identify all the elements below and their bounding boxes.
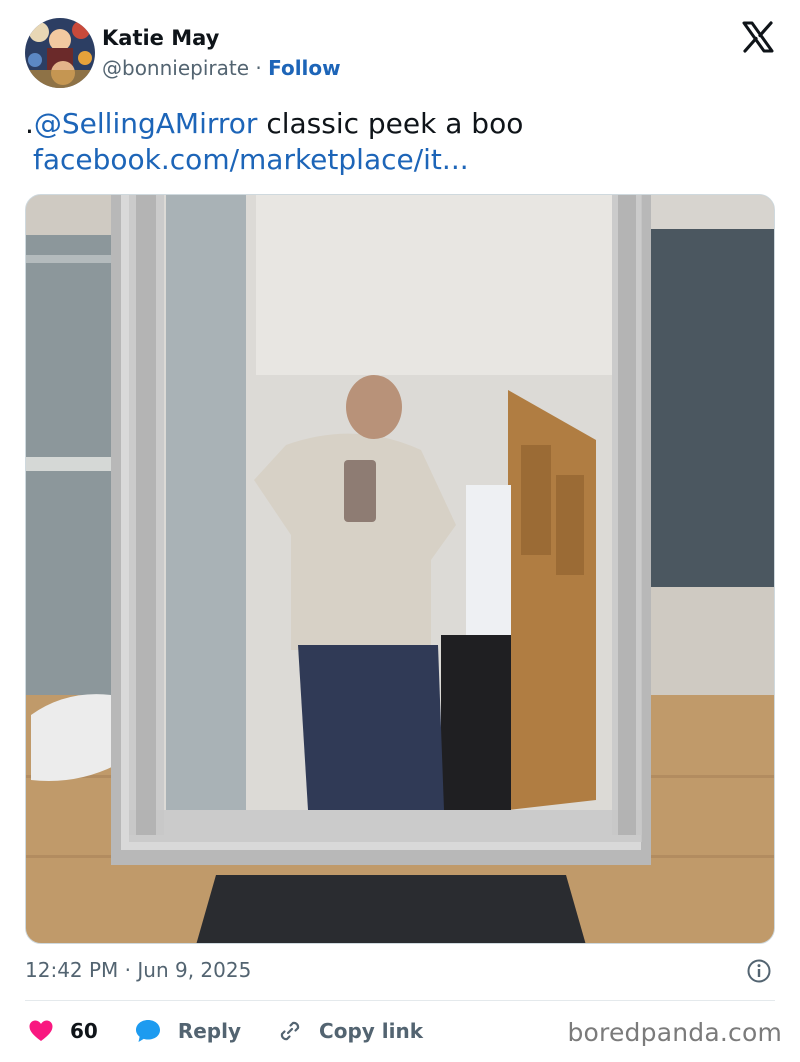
tweet-actions: 60 Reply Copy link <box>28 1014 459 1048</box>
like-count: 60 <box>70 1019 98 1043</box>
heart-icon <box>29 1020 53 1041</box>
tweet-text: .@SellingAMirror classic peek a boo face… <box>25 106 523 178</box>
link-icon <box>280 1021 300 1041</box>
copy-link-label: Copy link <box>319 1019 424 1043</box>
info-icon[interactable] <box>746 958 772 984</box>
author-handle[interactable]: @bonniepirate <box>102 56 249 80</box>
external-link[interactable]: facebook.com/marketplace/it... <box>25 142 523 178</box>
avatar-icon <box>25 18 95 88</box>
avatar[interactable] <box>25 18 95 88</box>
author-handle-line: @bonniepirate · Follow <box>102 56 341 80</box>
mention-link[interactable]: @SellingAMirror <box>34 107 258 140</box>
follow-button[interactable]: Follow <box>268 56 341 80</box>
like-button[interactable]: 60 <box>28 1019 98 1043</box>
watermark: boredpanda.com <box>567 1018 782 1047</box>
separator: · <box>255 56 262 80</box>
divider <box>25 1000 775 1001</box>
x-logo-icon[interactable] <box>741 20 775 54</box>
mirror-selfie-photo <box>26 195 774 943</box>
reply-bubble-icon <box>135 1020 160 1042</box>
author-name[interactable]: Katie May <box>102 26 219 50</box>
tweet-prefix: . <box>25 107 34 140</box>
copy-link-button[interactable]: Copy link <box>277 1018 423 1044</box>
tweet-header: Katie May @bonniepirate · Follow <box>25 18 775 90</box>
tweet-timestamp[interactable]: 12:42 PM · Jun 9, 2025 <box>25 958 251 982</box>
tweet-photo[interactable] <box>25 194 775 944</box>
reply-label: Reply <box>177 1019 242 1043</box>
tweet-body: classic peek a boo <box>257 107 524 140</box>
reply-button[interactable]: Reply <box>134 1018 241 1044</box>
